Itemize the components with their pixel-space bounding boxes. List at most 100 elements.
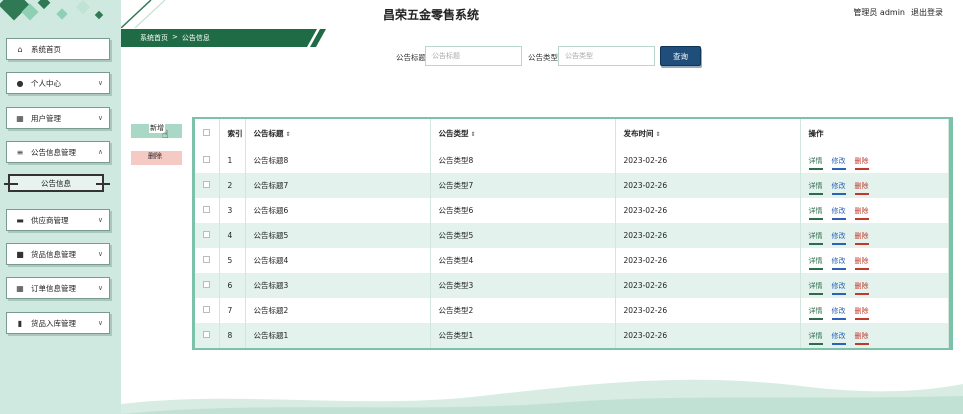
grid-icon: ▦	[16, 283, 24, 293]
row-delete-button[interactable]: 删除	[854, 206, 869, 220]
cell-time: 2023-02-26	[615, 248, 801, 273]
cell-index: 8	[219, 323, 246, 348]
breadcrumb-home[interactable]: 系统首页	[140, 33, 168, 43]
sidebar-item-users[interactable]: ▦ 用户管理 ∨	[6, 107, 110, 129]
cell-type: 公告类型6	[430, 198, 616, 223]
cell-title: 公告标题4	[245, 248, 431, 273]
edit-button[interactable]: 修改	[831, 256, 846, 270]
header-time[interactable]: 发布时间 ⇕	[615, 119, 801, 148]
search-button[interactable]: 查询	[660, 46, 701, 66]
cell-index: 7	[219, 298, 246, 323]
cell-type: 公告类型4	[430, 248, 616, 273]
delete-button[interactable]: 删除	[131, 151, 182, 165]
app-title: 昌荣五金零售系统	[383, 8, 480, 22]
add-button[interactable]: 新增	[131, 123, 182, 138]
edit-button[interactable]: 修改	[831, 206, 846, 220]
cell-time: 2023-02-26	[615, 323, 801, 348]
row-delete-button[interactable]: 删除	[854, 231, 869, 245]
cell-ops: 详情 修改 删除	[800, 173, 949, 198]
cell-time: 2023-02-26	[615, 148, 801, 173]
user-area: 管理员 admin 退出登录	[853, 7, 943, 18]
cell-title: 公告标题6	[245, 198, 431, 223]
cell-title: 公告标题5	[245, 223, 431, 248]
header-title[interactable]: 公告标题 ⇕	[245, 119, 431, 148]
chevron-down-icon: ∨	[97, 114, 103, 122]
row-delete-button[interactable]: 删除	[854, 306, 869, 320]
edit-button[interactable]: 修改	[831, 181, 846, 195]
sidebar-item-notices[interactable]: ≡ 公告信息管理 ∧	[6, 141, 110, 163]
cell-time: 2023-02-26	[615, 198, 801, 223]
sidebar-subitem-notice-info[interactable]: 公告信息	[4, 174, 110, 192]
header-index: 索引	[219, 119, 246, 148]
detail-button[interactable]: 详情	[808, 331, 823, 345]
sort-icon: ⇕	[655, 131, 661, 138]
cell-title: 公告标题7	[245, 173, 431, 198]
detail-button[interactable]: 详情	[808, 306, 823, 320]
cell-type: 公告类型3	[430, 273, 616, 298]
detail-button[interactable]: 详情	[808, 156, 823, 170]
detail-button[interactable]: 详情	[808, 231, 823, 245]
cell-index: 6	[219, 273, 246, 298]
edit-button[interactable]: 修改	[831, 156, 846, 170]
row-checkbox[interactable]	[203, 181, 210, 188]
sidebar-item-stock-in[interactable]: ▮ 货品入库管理 ∨	[6, 312, 110, 334]
row-checkbox-cell	[195, 198, 220, 223]
logout-link[interactable]: 退出登录	[911, 7, 943, 18]
row-checkbox[interactable]	[203, 331, 210, 338]
header-type[interactable]: 公告类型 ⇕	[430, 119, 616, 148]
table-row: 5 公告标题4 公告类型4 2023-02-26 详情 修改 删除	[195, 248, 949, 273]
table-row: 7 公告标题2 公告类型2 2023-02-26 详情 修改 删除	[195, 298, 949, 323]
select-all-cell	[195, 119, 220, 148]
sidebar-item-home[interactable]: ⌂ 系统首页	[6, 38, 110, 60]
row-checkbox[interactable]	[203, 281, 210, 288]
detail-button[interactable]: 详情	[808, 181, 823, 195]
cell-index: 5	[219, 248, 246, 273]
logo-decoration	[0, 0, 104, 21]
table-row: 2 公告标题7 公告类型7 2023-02-26 详情 修改 删除	[195, 173, 949, 198]
row-checkbox[interactable]	[203, 231, 210, 238]
row-checkbox[interactable]	[203, 206, 210, 213]
sidebar-item-profile[interactable]: ● 个人中心 ∨	[6, 72, 110, 94]
cell-ops: 详情 修改 删除	[800, 248, 949, 273]
edit-button[interactable]: 修改	[831, 281, 846, 295]
chevron-down-icon: ∨	[97, 319, 103, 327]
chevron-down-icon: ∨	[97, 284, 103, 292]
table-header-row: 索引 公告标题 ⇕ 公告类型 ⇕ 发布时间 ⇕ 操作	[195, 119, 949, 148]
cell-type: 公告类型2	[430, 298, 616, 323]
chevron-down-icon: ∨	[97, 250, 103, 258]
cell-index: 2	[219, 173, 246, 198]
cell-title: 公告标题3	[245, 273, 431, 298]
sidebar-item-suppliers[interactable]: ▬ 供应商管理 ∨	[6, 209, 110, 231]
sidebar-item-goods[interactable]: ■ 货品信息管理 ∨	[6, 243, 110, 265]
table-row: 8 公告标题1 公告类型1 2023-02-26 详情 修改 删除	[195, 323, 949, 348]
row-delete-button[interactable]: 删除	[854, 331, 869, 345]
type-search-input[interactable]	[558, 46, 655, 66]
cell-type: 公告类型1	[430, 323, 616, 348]
row-delete-button[interactable]: 删除	[854, 256, 869, 270]
title-search-input[interactable]	[425, 46, 522, 66]
row-checkbox-cell	[195, 148, 220, 173]
detail-button[interactable]: 详情	[808, 206, 823, 220]
select-all-checkbox[interactable]	[203, 129, 210, 136]
detail-button[interactable]: 详情	[808, 281, 823, 295]
row-delete-button[interactable]: 删除	[854, 156, 869, 170]
sidebar-item-orders[interactable]: ▦ 订单信息管理 ∨	[6, 277, 110, 299]
row-delete-button[interactable]: 删除	[854, 281, 869, 295]
chevron-up-icon: ∧	[97, 148, 103, 156]
edit-button[interactable]: 修改	[831, 331, 846, 345]
row-checkbox[interactable]	[203, 156, 210, 163]
table-row: 3 公告标题6 公告类型6 2023-02-26 详情 修改 删除	[195, 198, 949, 223]
row-checkbox[interactable]	[203, 256, 210, 263]
row-delete-button[interactable]: 删除	[854, 181, 869, 195]
briefcase-icon: ▬	[16, 215, 24, 225]
detail-button[interactable]: 详情	[808, 256, 823, 270]
cell-ops: 详情 修改 删除	[800, 273, 949, 298]
row-checkbox[interactable]	[203, 306, 210, 313]
cell-time: 2023-02-26	[615, 223, 801, 248]
row-checkbox-cell	[195, 223, 220, 248]
edit-button[interactable]: 修改	[831, 231, 846, 245]
cell-ops: 详情 修改 删除	[800, 323, 949, 348]
edit-button[interactable]: 修改	[831, 306, 846, 320]
sort-icon: ⇕	[285, 131, 291, 138]
table-row: 4 公告标题5 公告类型5 2023-02-26 详情 修改 删除	[195, 223, 949, 248]
